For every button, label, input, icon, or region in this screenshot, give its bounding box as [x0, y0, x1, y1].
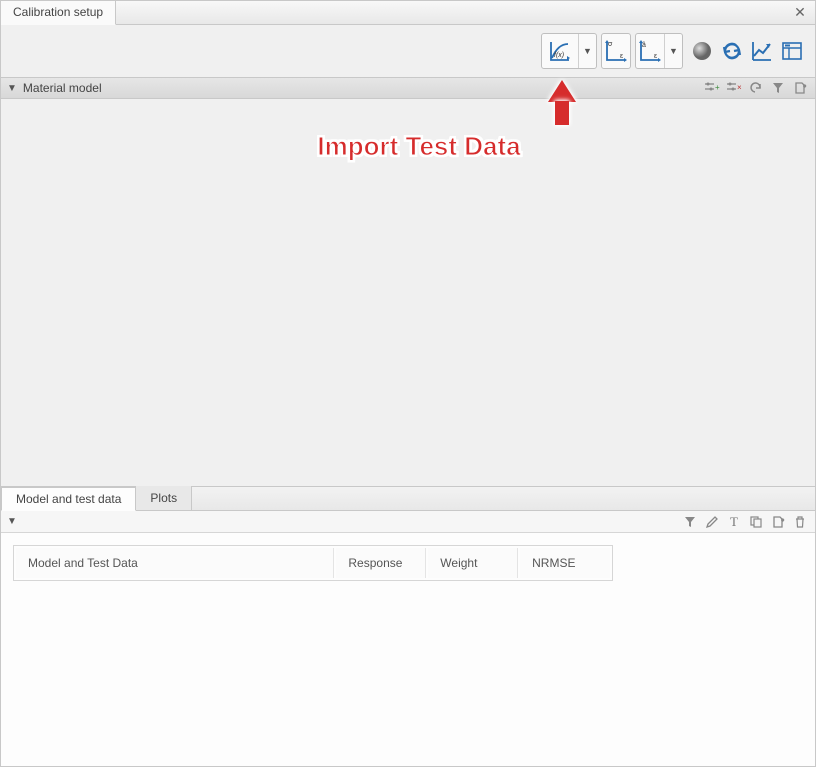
svg-text:ε: ε: [654, 53, 657, 60]
toolbar-group-right: [687, 33, 807, 69]
tab-label: Model and test data: [16, 492, 121, 506]
col-nrmse[interactable]: NRMSE: [520, 548, 610, 578]
copy-icon: [749, 515, 763, 529]
col-label: Weight: [440, 556, 477, 570]
delete-button[interactable]: [791, 514, 809, 530]
data-table: Model and Test Data Response Weight NRMS…: [13, 545, 613, 581]
material-model-header[interactable]: ▼ Material model + ×: [1, 77, 815, 99]
sliders-add-button[interactable]: +: [703, 80, 721, 96]
refresh-icon: [719, 38, 745, 64]
table-header-row: Model and Test Data Response Weight NRMS…: [16, 548, 610, 578]
export-page-icon: [793, 81, 807, 95]
disclosure-triangle-icon: ▼: [7, 83, 17, 94]
calibration-setup-panel: Calibration setup ✕ f(x) ▼: [0, 0, 816, 767]
undo-button[interactable]: [747, 80, 765, 96]
svg-text:σ: σ: [608, 41, 613, 48]
sliders-add-icon: +: [704, 81, 720, 95]
col-label: Response: [348, 556, 402, 570]
table-area: Model and Test Data Response Weight NRMS…: [1, 533, 815, 766]
hat-epsilon-icon: â ε: [637, 38, 663, 64]
bottom-tabs: Model and test data Plots: [1, 487, 815, 511]
function-curve-icon: f(x): [547, 38, 573, 64]
bottom-pane: Model and test data Plots ▼: [1, 486, 815, 766]
strain-model-button[interactable]: â ε: [636, 34, 664, 68]
edit-button[interactable]: [703, 514, 721, 530]
chart-trend-icon: [749, 38, 775, 64]
material-model-label: Material model: [23, 81, 102, 95]
col-response[interactable]: Response: [336, 548, 426, 578]
svg-text:ε: ε: [620, 53, 623, 60]
window-title: Calibration setup: [13, 5, 103, 19]
col-label: NRMSE: [532, 556, 575, 570]
toolbar-group-strain: â ε ▼: [635, 33, 683, 69]
toolbar-group-import: σ ε: [601, 33, 631, 69]
svg-text:f(x): f(x): [554, 52, 564, 59]
sphere-icon: [689, 38, 715, 64]
close-icon: ✕: [794, 4, 806, 21]
tab-model-and-test-data[interactable]: Model and test data: [1, 487, 136, 511]
layout-button[interactable]: [777, 34, 807, 68]
bottom-sub-toolbar: ▼ T: [1, 511, 815, 533]
trash-icon: [793, 515, 807, 529]
strain-model-dropdown[interactable]: ▼: [664, 34, 682, 68]
svg-text:+: +: [715, 83, 720, 92]
col-weight[interactable]: Weight: [428, 548, 518, 578]
layout-icon: [779, 38, 805, 64]
toolbar-group-fx: f(x) ▼: [541, 33, 597, 69]
sigma-epsilon-icon: σ ε: [603, 38, 629, 64]
sliders-remove-button[interactable]: ×: [725, 80, 743, 96]
col-model-and-test-data[interactable]: Model and Test Data: [16, 548, 334, 578]
filter-button[interactable]: [681, 514, 699, 530]
pencil-icon: [705, 515, 719, 529]
export-button[interactable]: [791, 80, 809, 96]
copy-button[interactable]: [747, 514, 765, 530]
refresh-button[interactable]: [717, 34, 747, 68]
tab-label: Plots: [150, 491, 177, 505]
material-model-content: [1, 99, 815, 486]
material-model-tools: + ×: [703, 80, 809, 96]
funnel-icon: [771, 81, 785, 95]
export-page-button[interactable]: [769, 514, 787, 530]
close-button[interactable]: ✕: [785, 1, 815, 24]
svg-text:×: ×: [737, 83, 742, 92]
undo-icon: [749, 81, 763, 95]
sliders-remove-icon: ×: [726, 81, 742, 95]
import-test-data-button[interactable]: σ ε: [602, 34, 630, 68]
chart-button[interactable]: [747, 34, 777, 68]
text-t-icon: T: [730, 514, 738, 530]
funnel-icon: [683, 515, 697, 529]
col-label: Model and Test Data: [28, 556, 138, 570]
titlebar: Calibration setup ✕: [1, 1, 815, 25]
svg-text:â: â: [642, 42, 646, 49]
tab-plots[interactable]: Plots: [136, 486, 192, 510]
filter-button[interactable]: [769, 80, 787, 96]
material-button[interactable]: [687, 34, 717, 68]
function-curve-dropdown[interactable]: ▼: [578, 34, 596, 68]
export-page-icon: [771, 515, 785, 529]
main-toolbar: f(x) ▼ σ ε: [1, 25, 815, 77]
window-title-tab[interactable]: Calibration setup: [1, 1, 116, 25]
titlebar-spacer: [116, 1, 785, 24]
function-curve-button[interactable]: f(x): [542, 34, 578, 68]
disclosure-triangle-icon[interactable]: ▼: [7, 516, 17, 527]
bottom-tools: T: [681, 514, 809, 530]
text-button[interactable]: T: [725, 514, 743, 530]
